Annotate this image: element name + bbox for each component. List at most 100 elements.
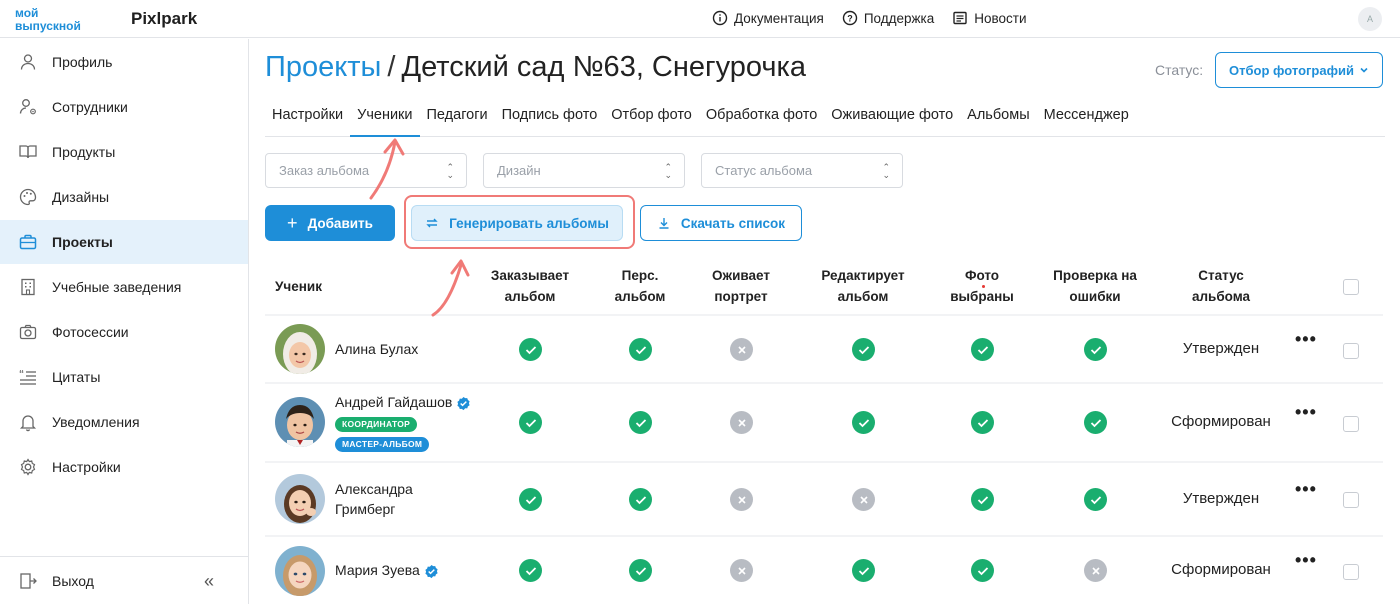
album-status-filter[interactable]: Статус альбома ⌃ ⌄ (701, 153, 903, 188)
check-icon (629, 338, 652, 361)
refresh-icon (426, 218, 438, 228)
col-animates-portrait[interactable]: Оживает портрет (695, 265, 787, 307)
sidebar: Профиль Сотрудники Продукты Дизайны Прое… (0, 39, 249, 604)
tab-live-photos[interactable]: Оживающие фото (824, 99, 960, 137)
row-menu-icon[interactable]: ••• (1295, 402, 1317, 423)
generate-button-label: Генерировать альбомы (449, 215, 609, 231)
download-icon (659, 218, 669, 229)
student-name[interactable]: Андрей Гайдашов (335, 392, 471, 412)
table-row[interactable]: Алина Булах Утвержден ••• (265, 316, 1383, 382)
gear-icon (18, 457, 38, 477)
check-icon (519, 559, 542, 582)
student-name-line2: Гримберг (335, 501, 396, 517)
col-error-check[interactable]: Проверка на ошибки (1040, 265, 1150, 307)
table-row[interactable]: Александра Гримберг Утвержден ••• (265, 463, 1383, 535)
sidebar-item-designs[interactable]: Дизайны (0, 175, 248, 219)
col-edits-album-l2: альбом (837, 289, 889, 304)
row-checkbox[interactable] (1343, 564, 1359, 580)
row-menu-icon[interactable]: ••• (1295, 550, 1317, 571)
check-icon (629, 411, 652, 434)
logo-line2: выпускной (15, 19, 81, 33)
design-filter[interactable]: Дизайн ⌃ ⌄ (483, 153, 685, 188)
student-name[interactable]: Александра Гримберг (335, 479, 413, 519)
sidebar-item-label: Цитаты (52, 369, 101, 385)
project-title: Детский сад №63, Снегурочка (401, 51, 806, 83)
col-student[interactable]: Ученик (275, 276, 322, 297)
help-icon: ? (842, 10, 858, 26)
status-dropdown[interactable]: Отбор фотографий (1215, 52, 1383, 88)
student-name-line1: Александра (335, 481, 413, 497)
download-list-button[interactable]: Скачать список (640, 205, 802, 241)
sidebar-item-staff[interactable]: Сотрудники (0, 85, 248, 129)
cross-icon (852, 488, 875, 511)
student-name[interactable]: Мария Зуева (335, 560, 439, 580)
camera-icon (18, 322, 38, 342)
row-checkbox[interactable] (1343, 343, 1359, 359)
col-animates-portrait-l1: Оживает (712, 268, 770, 283)
breadcrumb-separator: / (387, 51, 396, 83)
student-name-text: Мария Зуева (335, 562, 420, 578)
cross-icon (730, 488, 753, 511)
check-icon (519, 338, 542, 361)
tab-teachers[interactable]: Педагоги (420, 99, 495, 137)
row-menu-icon[interactable]: ••• (1295, 479, 1317, 500)
col-orders-album-l1: Заказывает (490, 268, 570, 283)
top-links: Документация ? Поддержка Новости (712, 10, 1027, 26)
table-row[interactable]: Андрей Гайдашов КООРДИНАТОР МАСТЕР-АЛЬБО… (265, 384, 1383, 461)
info-icon (712, 10, 728, 26)
tab-photo-processing[interactable]: Обработка фото (699, 99, 824, 137)
brand-logo[interactable]: мой выпускной (14, 5, 114, 33)
user-avatar[interactable]: A (1358, 7, 1382, 31)
svg-text:?: ? (847, 14, 853, 24)
sidebar-item-schools[interactable]: Учебные заведения (0, 265, 248, 309)
breadcrumb-projects[interactable]: Проекты (265, 51, 381, 83)
user-icon (18, 52, 38, 72)
table-row[interactable]: Мария Зуева Сформирован ••• (265, 537, 1383, 604)
col-orders-album-l2: альбом (504, 289, 556, 304)
check-icon (971, 488, 994, 511)
check-icon (519, 488, 542, 511)
tab-messenger[interactable]: Мессенджер (1037, 99, 1136, 137)
row-checkbox[interactable] (1343, 416, 1359, 432)
sidebar-item-projects[interactable]: Проекты (0, 220, 248, 264)
sidebar-item-profile[interactable]: Профиль (0, 40, 248, 84)
col-edits-album[interactable]: Редактирует альбом (808, 265, 918, 307)
tab-settings[interactable]: Настройки (265, 99, 350, 137)
logout-label: Выход (52, 572, 94, 589)
docs-link[interactable]: Документация (712, 10, 824, 26)
status-label: Статус: (1155, 62, 1204, 78)
student-name[interactable]: Алина Булах (335, 339, 418, 359)
col-personal-album[interactable]: Перс. альбом (595, 265, 685, 307)
add-student-button[interactable]: + Добавить (265, 205, 395, 241)
col-orders-album[interactable]: Заказывает альбом (480, 265, 580, 307)
col-photos-selected-l1: Фото (964, 268, 1000, 283)
sidebar-item-label: Фотосессии (52, 324, 129, 340)
news-link[interactable]: Новости (952, 10, 1027, 26)
row-checkbox[interactable] (1343, 492, 1359, 508)
docs-link-label: Документация (734, 10, 824, 26)
sidebar-item-settings[interactable]: Настройки (0, 445, 248, 489)
collapse-sidebar-icon[interactable]: « (204, 571, 214, 592)
tab-students[interactable]: Ученики (350, 99, 420, 137)
select-all-checkbox[interactable] (1343, 279, 1359, 295)
cross-icon (730, 411, 753, 434)
check-icon (852, 559, 875, 582)
logout-item[interactable]: Выход « (0, 556, 248, 604)
sidebar-item-quotes[interactable]: “ Цитаты (0, 355, 248, 399)
sidebar-item-products[interactable]: Продукты (0, 130, 248, 174)
row-menu-icon[interactable]: ••• (1295, 329, 1317, 350)
sidebar-item-notifications[interactable]: Уведомления (0, 400, 248, 444)
col-album-status[interactable]: Статус альбома (1166, 265, 1276, 307)
student-photo (275, 546, 325, 596)
unread-dot (982, 285, 985, 288)
tab-albums[interactable]: Альбомы (960, 99, 1036, 137)
sort-arrows-icon: ⌃ ⌄ (882, 162, 890, 180)
sidebar-item-photosessions[interactable]: Фотосессии (0, 310, 248, 354)
generate-albums-button[interactable]: Генерировать альбомы (411, 205, 623, 241)
check-icon (519, 411, 542, 434)
tab-photo-captions[interactable]: Подпись фото (495, 99, 605, 137)
support-link[interactable]: ? Поддержка (842, 10, 934, 26)
album-order-filter[interactable]: Заказ альбома ⌃ ⌄ (265, 153, 467, 188)
col-animates-portrait-l2: портрет (714, 289, 768, 304)
tab-photo-selection[interactable]: Отбор фото (604, 99, 699, 137)
